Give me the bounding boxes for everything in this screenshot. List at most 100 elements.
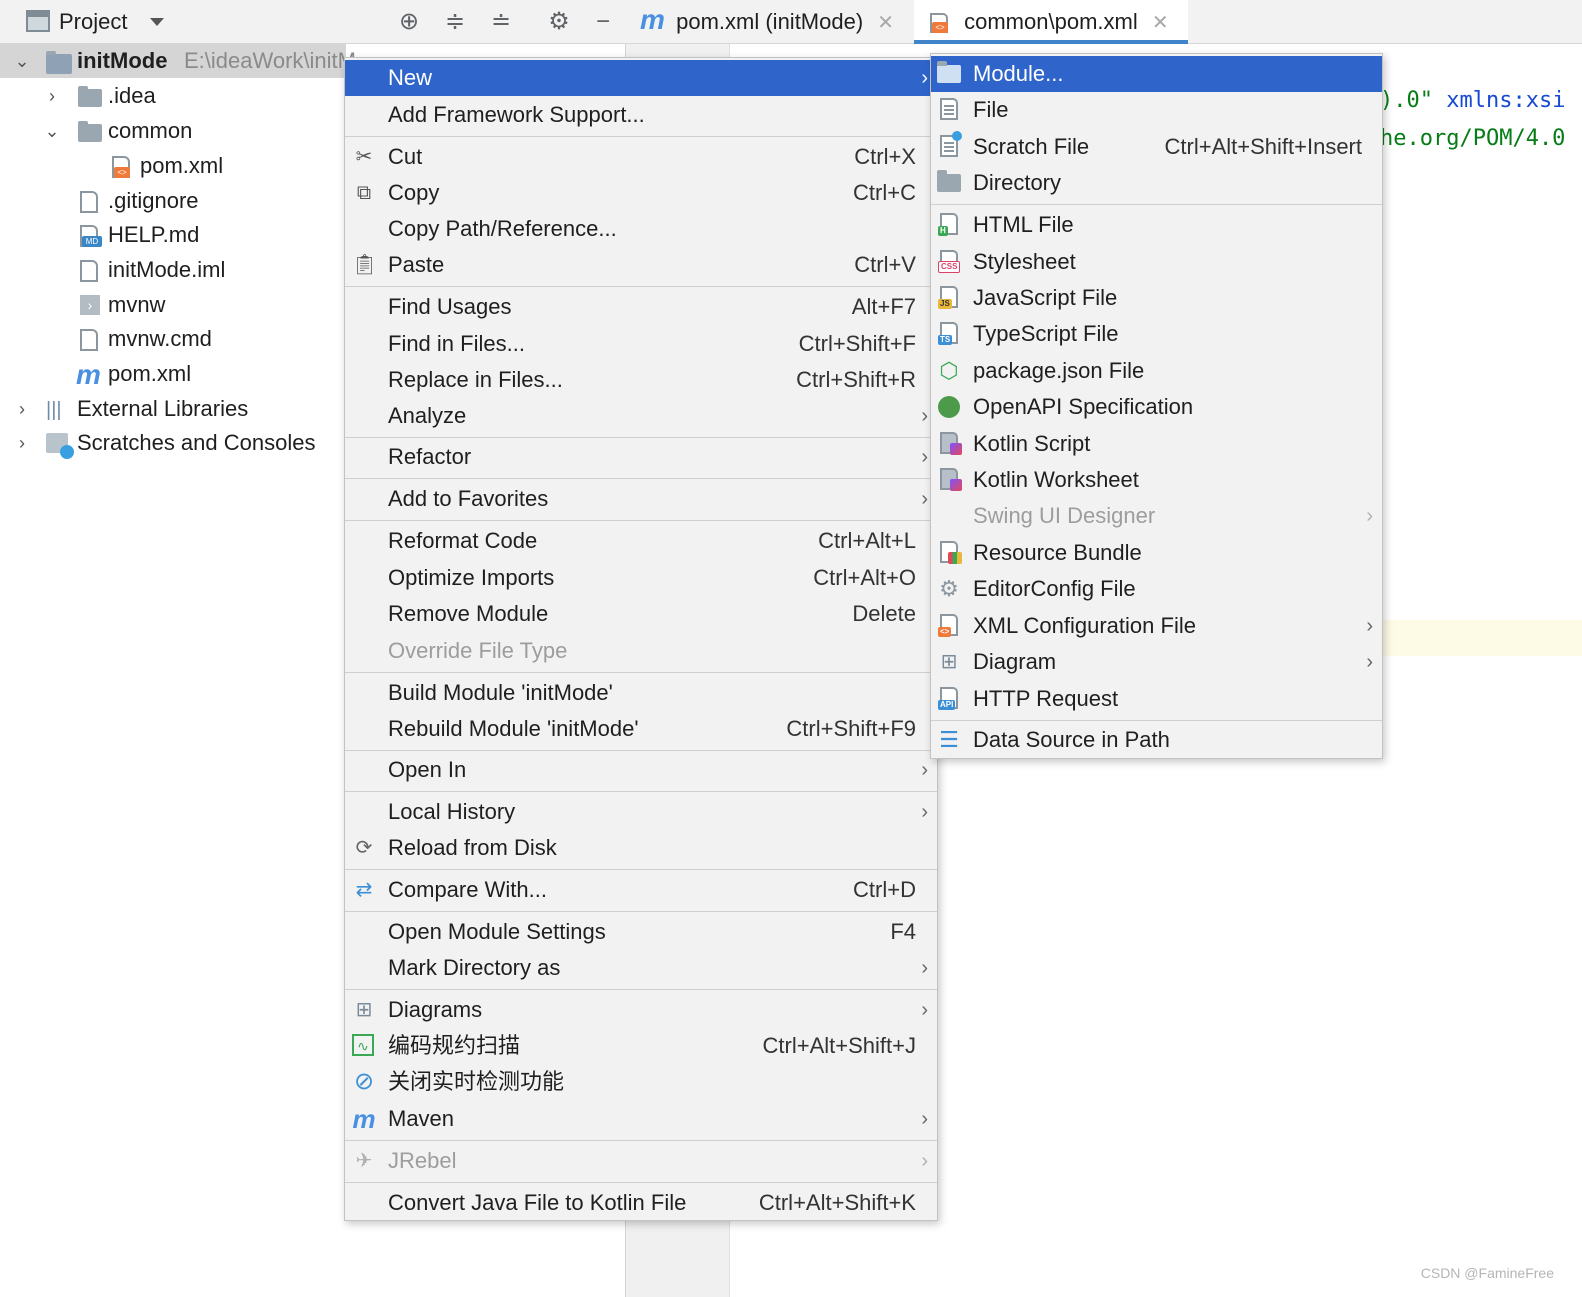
chevron-right-icon: ›	[921, 1108, 928, 1130]
menu-item-copy-path[interactable]: Copy Path/Reference...	[345, 211, 937, 247]
menu-item-add-to-favorites[interactable]: Add to Favorites ›	[345, 481, 937, 517]
menu-item-build-module[interactable]: Build Module 'initMode'	[345, 675, 937, 711]
menu-separator	[345, 437, 937, 438]
tree-item-mvnw-cmd[interactable]: mvnw.cmd	[0, 322, 346, 356]
menu-item-diagrams[interactable]: ⊞ Diagrams ›	[345, 992, 937, 1028]
menu-separator	[345, 791, 937, 792]
chevron-right-icon[interactable]: ›	[12, 426, 32, 460]
menu-separator	[931, 720, 1382, 721]
menu-item-jrebel: ✈ JRebel ›	[345, 1143, 937, 1179]
css-file-icon: CSS	[937, 250, 961, 274]
menu-item-compare-with[interactable]: ⇄ Compare With... Ctrl+D	[345, 872, 937, 908]
menu-item-open-in[interactable]: Open In ›	[345, 752, 937, 788]
tree-item-common[interactable]: ⌄ common	[0, 114, 346, 148]
submenu-item-http-request[interactable]: API HTTP Request	[931, 681, 1382, 717]
html-file-icon: H	[937, 213, 961, 237]
tree-item-external-libraries[interactable]: › ||| External Libraries	[0, 392, 346, 426]
tree-item-initmode[interactable]: ⌄ initMode E:\ideaWork\initM...	[0, 44, 374, 78]
chevron-right-icon[interactable]: ›	[42, 79, 62, 113]
code-line-fragment[interactable]: ).0" xmlns:xsi	[1380, 88, 1565, 113]
submenu-item-resource-bundle[interactable]: Resource Bundle	[931, 535, 1382, 571]
submenu-item-kotlin-script[interactable]: Kotlin Script	[931, 426, 1382, 462]
tree-item-root-pom[interactable]: m pom.xml	[0, 357, 346, 391]
menu-item-open-module-settings[interactable]: Open Module Settings F4	[345, 914, 937, 950]
locate-icon[interactable]: ⊕	[394, 7, 424, 37]
menu-item-code-scan[interactable]: ∿ 编码规约扫描 Ctrl+Alt+Shift+J	[345, 1028, 937, 1064]
submenu-item-javascript-file[interactable]: JS JavaScript File	[931, 280, 1382, 316]
menu-item-convert-to-kotlin[interactable]: Convert Java File to Kotlin File Ctrl+Al…	[345, 1185, 937, 1221]
menu-item-cut[interactable]: ✂ Cut Ctrl+X	[345, 139, 937, 175]
code-line-fragment[interactable]: he.org/POM/4.0	[1380, 126, 1565, 151]
menu-separator	[345, 1182, 937, 1183]
menu-item-refactor[interactable]: Refactor ›	[345, 439, 937, 475]
minimize-icon[interactable]: −	[588, 7, 618, 37]
menu-item-reload-from-disk[interactable]: ⟳ Reload from Disk	[345, 830, 937, 866]
tab-common-pom[interactable]: <> common\pom.xml ✕	[914, 0, 1188, 44]
menu-item-maven[interactable]: m Maven ›	[345, 1101, 937, 1137]
diagram-icon: ⊞	[355, 999, 373, 1021]
tree-item-gitignore[interactable]: .gitignore	[0, 184, 346, 218]
project-view-title[interactable]: Project	[59, 9, 127, 35]
submenu-item-openapi[interactable]: OpenAPI Specification	[931, 389, 1382, 425]
tree-item-mvnw[interactable]: › mvnw	[0, 288, 346, 322]
menu-item-remove-module[interactable]: Remove Module Delete	[345, 596, 937, 632]
menu-item-new[interactable]: New ›	[345, 60, 937, 96]
close-icon[interactable]: ✕	[1152, 12, 1169, 34]
submenu-item-package-json[interactable]: ⬡ package.json File	[931, 353, 1382, 389]
chevron-down-icon[interactable]: ⌄	[12, 44, 32, 78]
submenu-item-typescript-file[interactable]: TS TypeScript File	[931, 316, 1382, 352]
tab-pom-initmode[interactable]: m pom.xml (initMode) ✕	[640, 0, 912, 44]
menu-separator	[345, 478, 937, 479]
jrebel-icon: ✈	[355, 1150, 373, 1172]
chevron-down-icon[interactable]: ⌄	[42, 114, 62, 148]
database-icon: ☰	[939, 727, 959, 752]
chevron-down-icon[interactable]	[150, 18, 164, 26]
submenu-item-module[interactable]: Module...	[931, 56, 1382, 92]
menu-item-optimize-imports[interactable]: Optimize Imports Ctrl+Alt+O	[345, 560, 937, 596]
menu-item-reformat-code[interactable]: Reformat Code Ctrl+Alt+L	[345, 523, 937, 559]
compare-arrows-icon: ⇄	[355, 879, 373, 901]
submenu-item-scratch-file[interactable]: Scratch File Ctrl+Alt+Shift+Insert	[931, 129, 1382, 165]
tree-item-help-md[interactable]: MD HELP.md	[0, 218, 346, 252]
menu-item-local-history[interactable]: Local History ›	[345, 794, 937, 830]
submenu-item-file[interactable]: File	[931, 92, 1382, 128]
chevron-right-icon: ›	[921, 446, 928, 468]
collapse-all-icon[interactable]: ≐	[486, 7, 516, 37]
menu-item-add-framework-support[interactable]: Add Framework Support...	[345, 97, 937, 133]
tree-item-iml[interactable]: initMode.iml	[0, 253, 346, 287]
menu-item-find-in-files[interactable]: Find in Files... Ctrl+Shift+F	[345, 326, 937, 362]
expand-all-icon[interactable]: ≑	[440, 7, 470, 37]
tree-item-scratches[interactable]: › Scratches and Consoles	[0, 426, 346, 460]
submenu-item-stylesheet[interactable]: CSS Stylesheet	[931, 244, 1382, 280]
menu-item-replace-in-files[interactable]: Replace in Files... Ctrl+Shift+R	[345, 362, 937, 398]
close-icon[interactable]: ✕	[877, 12, 894, 34]
submenu-item-html-file[interactable]: H HTML File	[931, 207, 1382, 243]
menu-item-paste[interactable]: 📋︎ Paste Ctrl+V	[345, 247, 937, 283]
submenu-item-kotlin-worksheet[interactable]: Kotlin Worksheet	[931, 462, 1382, 498]
maven-icon: m	[352, 1104, 376, 1134]
submenu-item-editorconfig[interactable]: ⚙ EditorConfig File	[931, 571, 1382, 607]
xml-file-icon: <>	[112, 156, 130, 178]
tree-item-idea[interactable]: › .idea	[0, 79, 346, 113]
tree-item-common-pom[interactable]: <> pom.xml	[0, 149, 346, 183]
chevron-right-icon[interactable]: ›	[12, 392, 32, 426]
tab-label: pom.xml (initMode)	[676, 9, 864, 34]
copy-icon: ⧉	[356, 182, 372, 204]
menu-item-disable-realtime-check[interactable]: ⊘ 关闭实时检测功能	[345, 1064, 937, 1100]
menu-item-copy[interactable]: ⧉ Copy Ctrl+C	[345, 175, 937, 211]
submenu-item-data-source-in-path[interactable]: ☰ Data Source in Path	[931, 722, 1382, 758]
menu-item-analyze[interactable]: Analyze ›	[345, 398, 937, 434]
tree-item-label: initMode	[77, 48, 168, 73]
gear-icon[interactable]: ⚙	[544, 7, 574, 37]
menu-item-mark-directory-as[interactable]: Mark Directory as ›	[345, 950, 937, 986]
chevron-right-icon: ›	[921, 759, 928, 781]
menu-item-find-usages[interactable]: Find Usages Alt+F7	[345, 289, 937, 325]
prohibit-icon: ⊘	[353, 1068, 375, 1095]
submenu-item-diagram[interactable]: ⊞ Diagram ›	[931, 644, 1382, 680]
submenu-item-directory[interactable]: Directory	[931, 165, 1382, 201]
project-view-icon	[26, 10, 50, 32]
tree-item-label: .idea	[108, 83, 156, 108]
menu-item-rebuild-module[interactable]: Rebuild Module 'initMode' Ctrl+Shift+F9	[345, 711, 937, 747]
submenu-item-xml-configuration-file[interactable]: <> XML Configuration File ›	[931, 608, 1382, 644]
menu-separator	[345, 520, 937, 521]
